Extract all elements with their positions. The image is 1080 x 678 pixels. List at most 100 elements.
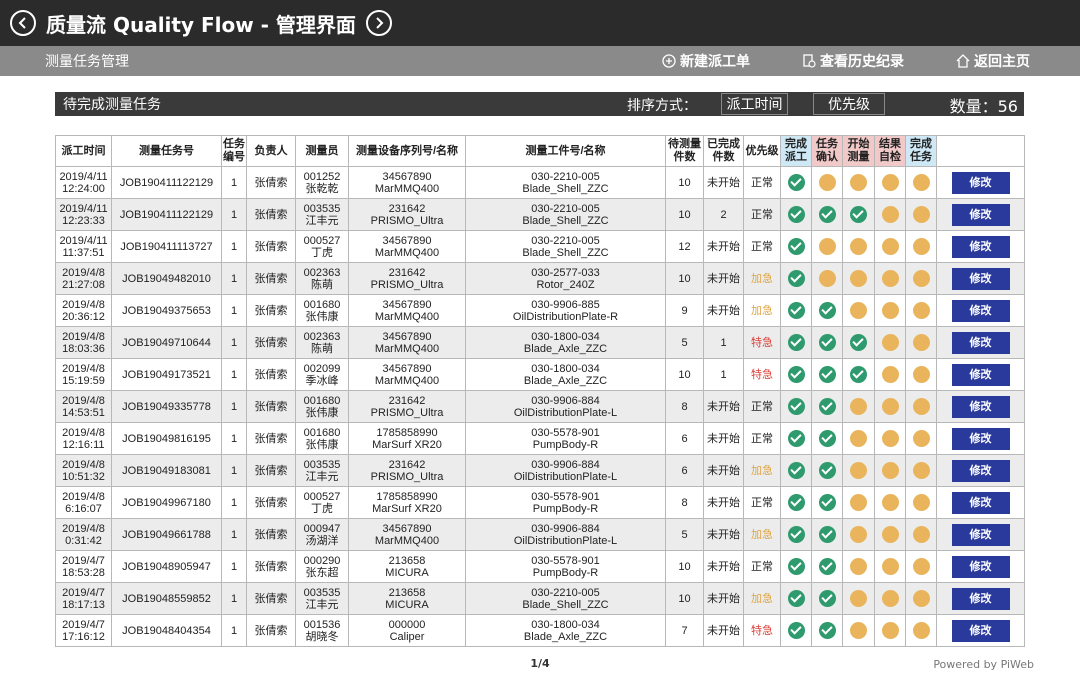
cell-task-no: 1 [221,454,247,487]
cell-self-check [874,198,906,231]
back-nav-button[interactable] [10,10,36,36]
cell-actions: 修改 [936,230,1025,263]
edit-button[interactable]: 修改 [951,171,1010,194]
cell-part: 030-2210-005 Blade_Shell_ZZC [465,166,666,199]
cell-task-confirm [811,454,843,487]
col-header-task-confirm: 任务确认 [811,135,843,167]
edit-button[interactable]: 修改 [951,491,1010,514]
part-name: PumpBody-R [532,502,599,515]
cell-self-check [874,262,906,295]
dispatch-date: 2019/4/8 [62,298,105,311]
new-dispatch-button[interactable]: 新建派工单 [662,51,750,71]
edit-button[interactable]: 修改 [951,203,1010,226]
device-serial: 231642 [388,394,426,407]
dispatch-clock: 12:24:00 [62,182,105,195]
edit-button[interactable]: 修改 [951,299,1010,322]
table-header-row: 派工时间 测量任务号 任务编号 负责人 测量员 测量设备序列号/名称 测量工件号… [55,135,1025,167]
cell-part: 030-2210-005 Blade_Shell_ZZC [465,230,666,263]
cell-dispatch-time: 2019/4/11 12:24:00 [55,166,112,199]
measurer-name: 张伟康 [305,406,339,419]
pending-dot-icon [850,526,867,543]
sort-by-time-button[interactable]: 派工时间 [721,93,788,115]
cell-actions: 修改 [936,614,1025,647]
check-circle-icon [818,398,836,415]
view-history-button[interactable]: 查看历史纪录 [802,51,904,71]
cell-task-complete [905,486,937,519]
cell-task-confirm [811,294,843,327]
dispatch-clock: 21:27:08 [62,278,105,291]
edit-button[interactable]: 修改 [951,459,1010,482]
edit-button[interactable]: 修改 [951,555,1010,578]
table-row: 2019/4/8 14:53:51 JOB19049335778 1 张倩索 001680… [55,390,1025,423]
cell-self-check [874,166,906,199]
cell-task-complete [905,326,937,359]
check-circle-icon [787,206,805,223]
cell-priority: 正常 [743,550,781,583]
col-header-self-check: 结果自检 [874,135,906,167]
sort-by-priority-button[interactable]: 优先级 [813,93,885,115]
cell-part: 030-1800-034 Blade_Axle_ZZC [465,326,666,359]
cell-device: 231642 PRISMO_Ultra [348,454,466,487]
edit-button[interactable]: 修改 [951,395,1010,418]
cell-dispatch-time: 2019/4/11 11:37:51 [55,230,112,263]
table-row: 2019/4/8 6:16:07 JOB19049967180 1 张倩索 000527 丁… [55,486,1025,519]
part-number: 030-5578-901 [531,490,600,503]
col-header-measurer: 测量员 [295,135,349,167]
page-indicator[interactable]: 1/4 [0,657,1080,670]
edit-button[interactable]: 修改 [951,587,1010,610]
dispatch-date: 2019/4/7 [62,586,105,599]
edit-button[interactable]: 修改 [951,523,1010,546]
pending-dot-icon [881,270,899,287]
device-serial: 213658 [388,586,426,599]
cell-priority: 加急 [743,294,781,327]
col-header-part: 测量工件号/名称 [465,135,666,167]
check-circle-icon [787,558,805,575]
home-icon [956,54,970,68]
cell-task-number: JOB19049482010 [111,262,222,295]
cell-task-number: JOB19049710644 [111,326,222,359]
edit-button[interactable]: 修改 [951,267,1010,290]
edit-button[interactable]: 修改 [951,235,1010,258]
part-name: PumpBody-R [532,566,599,579]
table-row: 2019/4/8 20:36:12 JOB19049375653 1 张倩索 001680… [55,294,1025,327]
pending-dot-icon [881,430,899,447]
measurer-id: 000290 [303,554,341,567]
part-name: Blade_Shell_ZZC [522,598,609,611]
check-circle-icon [818,622,836,639]
cell-task-number: JOB190411122129 [111,166,222,199]
action-toolbar: 新建派工单 查看历史纪录 返回主页 [610,46,1030,76]
cell-part: 030-9906-884 OilDistributionPlate-L [465,454,666,487]
pending-dot-icon [881,398,899,415]
edit-button[interactable]: 修改 [951,619,1010,642]
part-number: 030-2210-005 [531,202,600,215]
cell-start-measure [842,166,875,199]
check-circle-icon [818,206,836,223]
cell-owner: 张倩索 [246,454,296,487]
measurer-name: 季冰峰 [305,374,339,387]
check-circle-icon [850,206,867,223]
check-circle-icon [787,494,805,511]
edit-button[interactable]: 修改 [951,363,1010,386]
cell-priority: 正常 [743,486,781,519]
edit-button[interactable]: 修改 [951,331,1010,354]
device-serial: 213658 [388,554,426,567]
edit-button[interactable]: 修改 [951,427,1010,450]
device-name: MarMMQ400 [374,342,440,355]
cell-dispatch-complete [780,198,812,231]
cell-part: 030-9906-884 OilDistributionPlate-L [465,390,666,423]
dispatch-date: 2019/4/8 [62,362,105,375]
cell-self-check [874,518,906,551]
cell-actions: 修改 [936,550,1025,583]
cell-task-confirm [811,486,843,519]
cell-task-confirm [811,518,843,551]
cell-pending-qty: 6 [665,422,704,455]
device-name: PRISMO_Ultra [370,278,444,291]
forward-nav-button[interactable] [365,10,392,36]
part-name: OilDistributionPlate-L [513,406,618,419]
home-button[interactable]: 返回主页 [956,51,1030,71]
cell-start-measure [842,390,875,423]
check-circle-icon [787,526,805,543]
part-name: Blade_Shell_ZZC [522,214,609,227]
cell-completed-qty: 未开始 [703,262,744,295]
part-name: Blade_Axle_ZZC [523,630,608,643]
